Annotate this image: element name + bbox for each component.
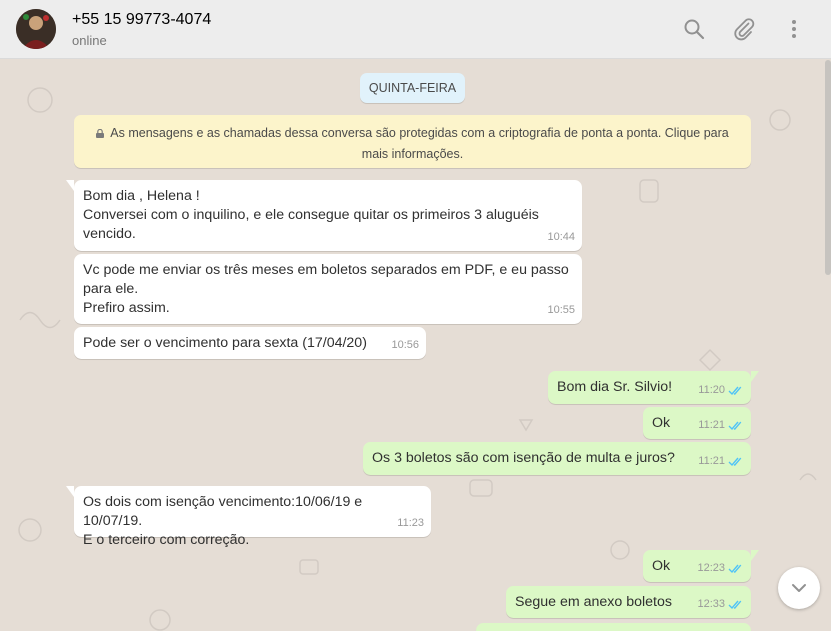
read-receipt-icon <box>728 457 742 467</box>
encryption-notice-text: As mensagens e as chamadas dessa convers… <box>110 126 729 161</box>
message-time: 10:56 <box>391 339 419 351</box>
message-incoming[interactable]: Vc pode me enviar os três meses em bolet… <box>74 254 582 324</box>
encryption-notice[interactable]: As mensagens e as chamadas dessa convers… <box>74 115 751 168</box>
avatar[interactable] <box>16 9 56 49</box>
attach-icon[interactable] <box>732 17 756 41</box>
message-time: 12:23 <box>697 562 725 574</box>
bubble-tail <box>66 486 74 497</box>
scrollbar[interactable] <box>825 60 831 631</box>
message-text: Bom dia , Helena ! Conversei com o inqui… <box>83 188 539 242</box>
scrollbar-thumb[interactable] <box>825 60 831 275</box>
message-time: 12:33 <box>697 598 725 610</box>
message-incoming[interactable]: Os dois com isenção vencimento:10/06/19 … <box>66 486 431 548</box>
message-outgoing[interactable]: Segue em anexo boletos 12:33 <box>506 586 751 618</box>
menu-icon[interactable] <box>782 17 806 41</box>
lock-icon <box>96 129 105 138</box>
message-incoming[interactable]: Pode ser o vencimento para sexta (17/04/… <box>74 327 426 359</box>
message-outgoing[interactable]: Os 3 boletos são com isenção de multa e … <box>363 442 751 475</box>
message-outgoing[interactable]: Ok 11:21 <box>643 407 751 439</box>
message-time: 10:55 <box>547 304 575 316</box>
contact-status: online <box>72 33 107 48</box>
chevron-down-icon <box>792 584 806 592</box>
message-text: Pode ser o vencimento para sexta (17/04/… <box>83 335 367 351</box>
message-time: 11:21 <box>698 455 725 467</box>
scroll-to-bottom-button[interactable] <box>778 567 820 609</box>
chat-area[interactable]: QUINTA-FEIRA As mensagens e as chamadas … <box>0 60 831 631</box>
read-receipt-icon <box>728 421 742 431</box>
message-time: 10:44 <box>547 231 575 243</box>
message-text: Os dois com isenção vencimento:10/06/19 … <box>83 494 363 548</box>
message-outgoing[interactable]: Bom dia Sr. Silvio! 11:20 <box>548 371 759 404</box>
message-time: 11:20 <box>698 384 725 396</box>
message-incoming[interactable]: Bom dia , Helena ! Conversei com o inqui… <box>66 180 582 251</box>
message-text: Vc pode me enviar os três meses em bolet… <box>83 262 569 316</box>
search-icon[interactable] <box>682 17 706 41</box>
read-receipt-icon <box>728 386 742 396</box>
message-time: 11:21 <box>698 419 725 431</box>
bubble-tail <box>66 180 74 191</box>
contact-name[interactable]: +55 15 99773-4074 <box>72 11 211 29</box>
bubble-tail <box>751 550 759 561</box>
message-text: Os 3 boletos são com isenção de multa e … <box>372 450 675 466</box>
message-outgoing-partial[interactable] <box>476 623 751 631</box>
message-time: 11:23 <box>397 517 424 529</box>
date-chip: QUINTA-FEIRA <box>360 73 465 103</box>
read-receipt-icon <box>728 564 742 574</box>
read-receipt-icon <box>728 600 742 610</box>
chat-header: +55 15 99773-4074 online <box>0 0 831 59</box>
message-outgoing[interactable]: Ok 12:23 <box>643 550 759 582</box>
bubble-tail <box>751 371 759 382</box>
